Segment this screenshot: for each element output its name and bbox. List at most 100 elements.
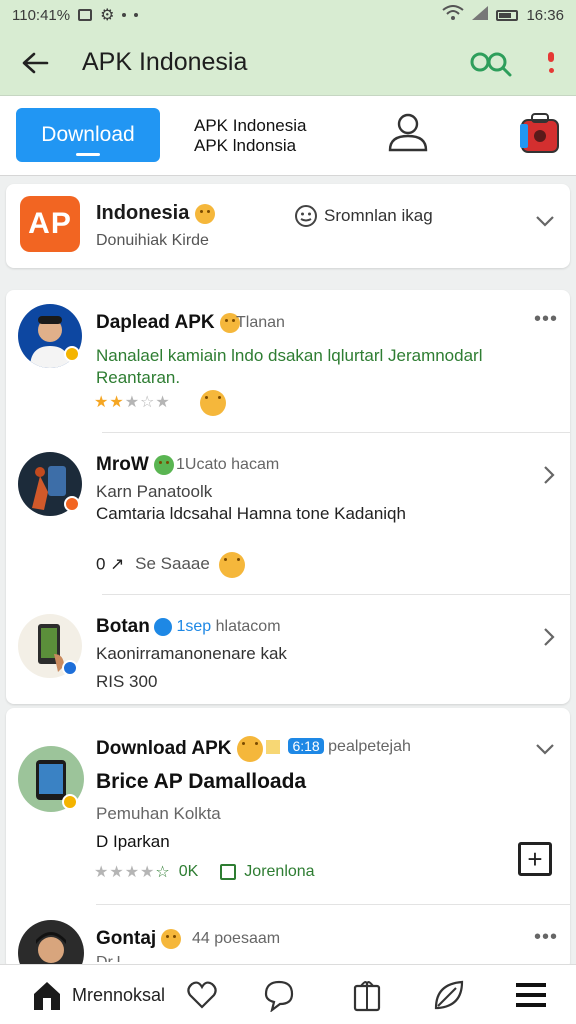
feed-text: RIS 300	[96, 672, 158, 691]
app-name-line: APK Indonesia	[194, 116, 307, 135]
download-button[interactable]: Download	[16, 108, 160, 162]
clock-time: 16:36	[526, 6, 564, 24]
status-badge	[64, 496, 80, 512]
post-meta: 6:18 pealpetejah	[266, 738, 411, 756]
emoji-icon	[194, 203, 215, 224]
settings-icon: ⚙	[100, 7, 115, 24]
tag-icon	[266, 739, 280, 754]
home-icon	[34, 982, 60, 1010]
star-rating: ★★★☆★	[94, 394, 171, 411]
feed-meta-blue: 1sep	[176, 618, 212, 636]
battery-icon	[496, 9, 519, 21]
divider	[102, 432, 570, 433]
chevron-down-icon[interactable]	[534, 738, 556, 760]
dot-icon	[122, 13, 127, 17]
ok-label: 0K	[178, 863, 199, 880]
emoji-icon	[154, 454, 175, 475]
app-mood-label: Sromnlan ikag	[294, 204, 433, 228]
feed-author: Daplead APK	[96, 312, 240, 334]
verified-icon	[154, 618, 172, 636]
top-strip: Download APK Indonesia APK lndonsia	[0, 96, 576, 176]
app-bar: APK Indonesia	[0, 30, 576, 96]
star-rating: ★★★★☆	[94, 864, 171, 881]
post-meta-text: pealpetejah	[328, 738, 411, 755]
status-badge	[64, 346, 80, 362]
emoji-icon	[200, 390, 226, 416]
app-logo: AP	[20, 196, 80, 252]
post-footer: ★★★★☆ 0K Jorenlona	[94, 862, 315, 882]
feed-text: Nanalael kamiain lndo dsakan lqlurtarl J…	[96, 346, 483, 365]
feed-text: Karn Panatoolk	[96, 482, 213, 501]
smiley-icon	[295, 205, 317, 227]
reaction-count: 0 ↗	[96, 554, 125, 574]
post-meta: 44 poesaam	[192, 930, 281, 947]
feed-card: Daplead APK Tlanan ••• Nanalael kamiain …	[6, 290, 570, 704]
post-headline: Brice AP Damalloada	[96, 770, 307, 793]
post-green-label[interactable]: Jorenlona	[244, 863, 314, 881]
feed-text: Reantaran.	[96, 368, 181, 387]
feed-meta-text: hlatacom	[215, 618, 281, 636]
status-left-text: 110:41%	[12, 6, 71, 24]
post-author: Download APK	[96, 736, 263, 762]
feed-author: MroW	[96, 454, 175, 476]
status-badge	[62, 794, 78, 810]
post-tag: 6:18	[288, 738, 324, 754]
app-title-text: Indonesia	[96, 202, 190, 224]
wifi-icon	[442, 5, 465, 25]
feed-author-text: Daplead APK	[96, 312, 215, 333]
nav-home-label: Mrennoksal	[72, 984, 166, 1005]
nav-menu[interactable]	[514, 977, 548, 1013]
feed-author-text: MroW	[96, 454, 149, 475]
emoji-icon	[218, 552, 245, 578]
chevron-down-icon[interactable]	[534, 210, 556, 232]
mood-text: Sromnlan ikag	[324, 206, 433, 225]
app-subtitle: Donuihiak Kirde	[96, 232, 209, 249]
app-name-block: APK Indonesia APK lndonsia	[194, 116, 306, 156]
emoji-icon	[236, 736, 263, 762]
chevron-right-icon[interactable]	[538, 464, 560, 486]
bottom-nav: Mrennoksal	[0, 964, 576, 1024]
nav-chat[interactable]	[262, 977, 296, 1013]
post-subtext: Dr.L	[96, 954, 125, 962]
more-options-icon[interactable]: •••	[534, 926, 558, 949]
post-author: Gontaj	[96, 928, 182, 950]
more-options-icon[interactable]: •••	[534, 308, 558, 331]
search-icon[interactable]	[468, 46, 514, 80]
post-author-text: Gontaj	[96, 928, 157, 949]
page-title: APK Indonesia	[82, 48, 248, 76]
post-card[interactable]: Download APK 6:18 pealpetejah Brice AP D…	[6, 708, 570, 986]
feed-meta: Tlanan	[236, 314, 285, 331]
app-header-card[interactable]: AP Indonesia Donuihiak Kirde Sromnlan ik…	[6, 184, 570, 268]
notification-icon	[78, 9, 93, 21]
nav-explore[interactable]	[432, 977, 466, 1013]
nav-home[interactable]: Mrennoksal	[30, 977, 165, 1013]
signal-icon	[472, 6, 489, 24]
feed-reaction[interactable]: 0 ↗ Se Saaae	[96, 552, 245, 578]
emoji-icon	[161, 928, 182, 949]
feed-text: Camtaria ldcsahal Hamna tone Kadaniqh	[96, 504, 406, 523]
chat-icon	[264, 980, 294, 1012]
nav-favorites[interactable]	[186, 977, 218, 1013]
post-line: D Iparkan	[96, 832, 170, 851]
divider	[102, 594, 570, 595]
back-arrow-icon[interactable]	[18, 46, 52, 80]
feed-author: Botan	[96, 616, 150, 637]
dot-icon	[134, 13, 139, 17]
nav-gift[interactable]	[352, 977, 382, 1013]
status-bar: 110:41% ⚙ 16:36	[0, 0, 576, 30]
check-icon	[220, 864, 237, 880]
feed-text: Kaonirramanonenare kak	[96, 644, 287, 663]
user-icon[interactable]	[386, 110, 430, 154]
feed-meta: 1Ucato hacam	[176, 456, 280, 473]
reaction-label: Se Saaae	[135, 554, 210, 574]
post-subtext: Pemuhan Kolkta	[96, 804, 221, 823]
status-badge	[62, 660, 78, 676]
feed-meta: 1sep hlatacom	[154, 618, 281, 636]
heart-icon	[187, 981, 217, 1009]
overflow-menu-icon[interactable]	[544, 46, 558, 80]
divider	[96, 904, 570, 905]
chevron-right-icon[interactable]	[538, 626, 560, 648]
post-author-text: Download APK	[96, 738, 232, 760]
plus-icon[interactable]: +	[518, 842, 552, 876]
bag-icon[interactable]	[518, 112, 562, 154]
